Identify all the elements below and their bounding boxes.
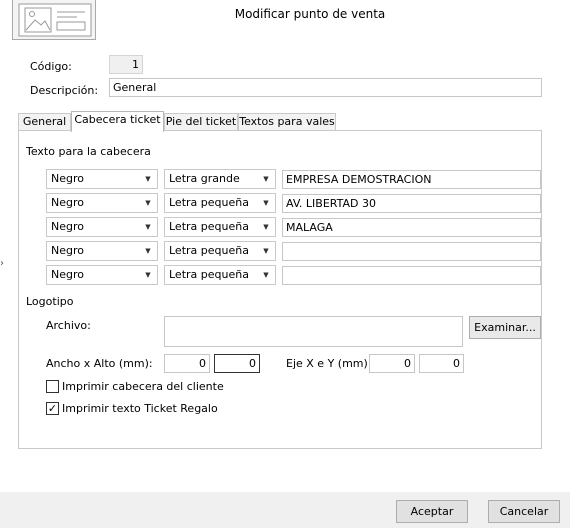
chevron-right-icon: ›	[0, 258, 4, 269]
header-section-title: Texto para la cabecera	[26, 145, 151, 158]
codigo-label: Código:	[30, 60, 72, 73]
ancho-alto-label: Ancho x Alto (mm):	[46, 357, 153, 370]
cancelar-button[interactable]: Cancelar	[488, 500, 560, 523]
imprimir-ticket-regalo-label: Imprimir texto Ticket Regalo	[62, 402, 218, 415]
ancho-field[interactable]: 0	[164, 354, 210, 373]
eje-label: Eje X e Y (mm):	[286, 357, 372, 370]
color-select-1[interactable]: Negro ▼	[46, 169, 158, 189]
descripcion-field[interactable]: General	[109, 78, 542, 97]
dropdown-arrow-icon: ▼	[263, 223, 269, 231]
dropdown-arrow-icon: ▼	[263, 271, 269, 279]
dropdown-arrow-icon: ▼	[263, 247, 269, 255]
dropdown-arrow-icon: ▼	[145, 271, 151, 279]
examinar-button[interactable]: Examinar...	[469, 316, 541, 339]
tab-pie-del-ticket[interactable]: Pie del ticket	[164, 113, 238, 131]
eje-x-field[interactable]: 0	[369, 354, 415, 373]
header-text-3[interactable]: MALAGA	[282, 218, 541, 237]
header-text-2[interactable]: AV. LIBERTAD 30	[282, 194, 541, 213]
alto-field[interactable]: 0	[214, 354, 260, 373]
imprimir-cabecera-checkbox[interactable]	[46, 380, 59, 393]
descripcion-label: Descripción:	[30, 84, 99, 97]
dropdown-arrow-icon: ▼	[145, 175, 151, 183]
archivo-label: Archivo:	[46, 319, 91, 332]
color-select-4[interactable]: Negro ▼	[46, 241, 158, 261]
eje-y-field[interactable]: 0	[419, 354, 464, 373]
window-title: Modificar punto de venta	[234, 7, 386, 21]
dropdown-arrow-icon: ▼	[145, 223, 151, 231]
tab-cabecera-ticket[interactable]: Cabecera ticket	[71, 111, 164, 132]
dropdown-arrow-icon: ▼	[145, 199, 151, 207]
dialog-footer	[0, 492, 570, 528]
aceptar-button[interactable]: Aceptar	[396, 500, 468, 523]
header-text-4[interactable]	[282, 242, 541, 261]
size-select-2[interactable]: Letra pequeña ▼	[164, 193, 276, 213]
header-text-5[interactable]	[282, 266, 541, 285]
imprimir-ticket-regalo-checkbox[interactable]: ✓	[46, 402, 59, 415]
dropdown-arrow-icon: ▼	[263, 175, 269, 183]
color-select-2[interactable]: Negro ▼	[46, 193, 158, 213]
size-select-5[interactable]: Letra pequeña ▼	[164, 265, 276, 285]
logo-section-title: Logotipo	[26, 295, 74, 308]
dropdown-arrow-icon: ▼	[263, 199, 269, 207]
size-select-4[interactable]: Letra pequeña ▼	[164, 241, 276, 261]
size-select-1[interactable]: Letra grande ▼	[164, 169, 276, 189]
header-text-1[interactable]: EMPRESA DEMOSTRACION	[282, 170, 541, 189]
tab-general[interactable]: General	[18, 113, 71, 131]
tab-textos-para-vales[interactable]: Textos para vales	[238, 113, 336, 131]
archivo-field[interactable]	[164, 316, 463, 347]
checkmark-icon: ✓	[47, 402, 58, 415]
size-select-3[interactable]: Letra pequeña ▼	[164, 217, 276, 237]
color-select-3[interactable]: Negro ▼	[46, 217, 158, 237]
codigo-field[interactable]: 1	[109, 55, 143, 74]
imprimir-cabecera-label: Imprimir cabecera del cliente	[62, 380, 224, 393]
dropdown-arrow-icon: ▼	[145, 247, 151, 255]
color-select-5[interactable]: Negro ▼	[46, 265, 158, 285]
